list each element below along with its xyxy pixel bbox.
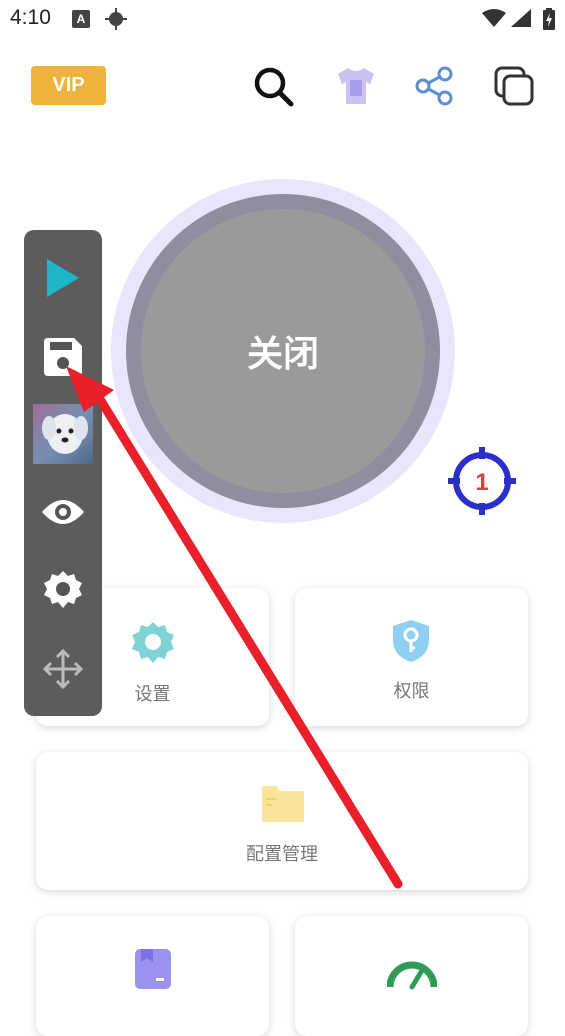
a-notification-icon: A bbox=[72, 10, 90, 28]
folder-icon bbox=[262, 786, 304, 822]
search-icon[interactable] bbox=[251, 64, 295, 108]
signal-icon bbox=[511, 9, 531, 27]
settings-gear-icon bbox=[132, 622, 174, 663]
bookmark-card[interactable] bbox=[36, 916, 269, 1036]
config-manage-label: 配置管理 bbox=[246, 844, 318, 865]
play-icon bbox=[47, 259, 79, 297]
move-button[interactable] bbox=[24, 648, 102, 690]
dog-thumbnail-image bbox=[33, 404, 93, 464]
permission-shield-icon bbox=[393, 620, 429, 662]
share-icon[interactable] bbox=[413, 64, 457, 108]
gear-button[interactable] bbox=[24, 570, 102, 612]
gauge-icon bbox=[387, 961, 437, 990]
move-icon bbox=[42, 648, 84, 690]
power-button[interactable]: 关闭 bbox=[141, 209, 425, 493]
permissions-label: 权限 bbox=[393, 681, 430, 702]
crosshair-status-icon bbox=[105, 8, 127, 30]
power-button-label: 关闭 bbox=[246, 334, 319, 375]
vip-badge[interactable]: VIP bbox=[31, 66, 106, 105]
status-time: 4:10 bbox=[10, 6, 51, 29]
save-button[interactable] bbox=[24, 336, 102, 378]
wifi-icon bbox=[482, 9, 506, 27]
gauge-card[interactable] bbox=[295, 916, 528, 1036]
target-count: 1 bbox=[475, 469, 488, 496]
eye-button[interactable] bbox=[24, 496, 102, 528]
tshirt-icon[interactable] bbox=[334, 64, 378, 108]
play-button[interactable] bbox=[24, 258, 102, 298]
battery-charging-icon bbox=[543, 8, 555, 30]
config-manage-card[interactable]: 配置管理 bbox=[36, 752, 528, 890]
floating-toolbar[interactable] bbox=[24, 230, 102, 716]
save-icon bbox=[44, 338, 82, 376]
eye-icon bbox=[42, 500, 84, 524]
bookmark-icon bbox=[135, 949, 171, 989]
gear-icon bbox=[44, 571, 82, 608]
thumbnail-image[interactable] bbox=[24, 404, 102, 464]
permissions-card[interactable]: 权限 bbox=[295, 588, 528, 726]
copy-windows-icon[interactable] bbox=[492, 64, 536, 108]
target-crosshair-icon[interactable]: 1 bbox=[448, 447, 516, 515]
